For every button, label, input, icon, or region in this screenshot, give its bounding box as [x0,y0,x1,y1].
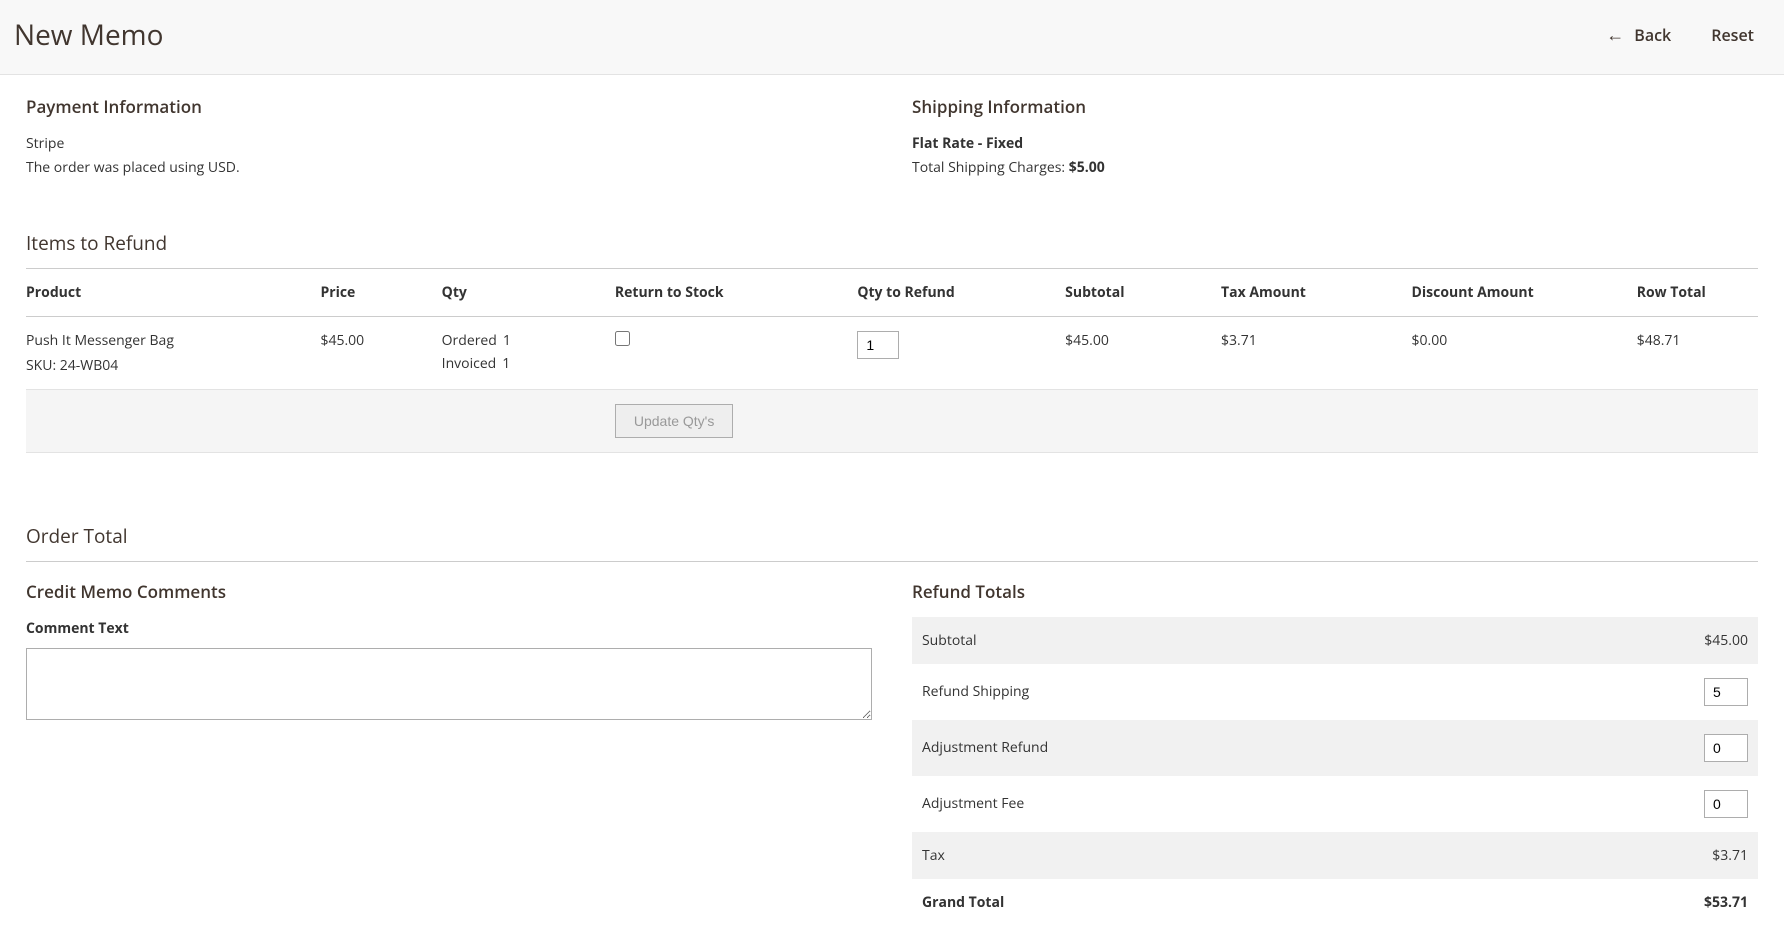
adj-refund-row: Adjustment Refund [912,720,1758,776]
qty-to-refund-input[interactable] [857,331,899,359]
col-product: Product [26,269,320,317]
shipping-charges-value: $5.00 [1069,158,1105,177]
col-price: Price [320,269,441,317]
shipping-charges: Total Shipping Charges: $5.00 [912,156,1758,180]
update-row: Update Qty's [26,389,1758,452]
order-total-row: Credit Memo Comments Comment Text Refund… [26,580,1758,926]
tax-label: Tax [912,832,1500,879]
subtotal-row: Subtotal $45.00 [912,617,1758,664]
cell-return-to-stock [615,316,857,389]
col-return-to-stock: Return to Stock [615,269,857,317]
header-actions: ← Back Reset [1606,23,1754,47]
refund-totals-title: Refund Totals [912,580,1758,603]
cell-discount: $0.00 [1412,316,1637,389]
page-title: New Memo [14,16,163,54]
cell-qty-to-refund [857,316,1065,389]
back-button[interactable]: ← Back [1606,23,1671,47]
comments-col: Credit Memo Comments Comment Text [26,580,872,926]
cell-price: $45.00 [320,316,441,389]
col-qty-to-refund: Qty to Refund [857,269,1065,317]
payment-info: Payment Information Stripe The order was… [26,95,872,180]
product-name: Push It Messenger Bag [26,331,310,350]
ordered-qty: 1 [503,331,511,350]
adj-fee-label: Adjustment Fee [912,776,1500,832]
shipping-info: Shipping Information Flat Rate - Fixed T… [912,95,1758,180]
col-qty: Qty [442,269,615,317]
grand-total-label: Grand Total [912,879,1500,926]
table-header-row: Product Price Qty Return to Stock Qty to… [26,269,1758,317]
ordered-label: Ordered [442,331,497,350]
adj-refund-input[interactable] [1704,734,1748,762]
refund-totals-table: Subtotal $45.00 Refund Shipping Adjustme… [912,617,1758,926]
order-total-heading: Order Total [26,523,1758,562]
product-sku: SKU: 24-WB04 [26,356,310,375]
shipping-method: Flat Rate - Fixed [912,132,1758,156]
items-table: Product Price Qty Return to Stock Qty to… [26,269,1758,453]
col-row-total: Row Total [1637,269,1758,317]
reset-button[interactable]: Reset [1711,24,1754,46]
cell-product: Push It Messenger Bag SKU: 24-WB04 [26,316,320,389]
update-qtys-button[interactable]: Update Qty's [615,404,734,438]
refund-totals-col: Refund Totals Subtotal $45.00 Refund Shi… [912,580,1758,926]
return-to-stock-checkbox[interactable] [615,331,630,346]
shipping-info-title: Shipping Information [912,95,1758,118]
invoiced-qty: 1 [502,354,510,373]
adj-fee-input[interactable] [1704,790,1748,818]
shipping-charges-label: Total Shipping Charges: [912,158,1069,177]
page-header: New Memo ← Back Reset [0,0,1784,75]
cell-tax: $3.71 [1221,316,1412,389]
payment-currency-note: The order was placed using USD. [26,156,872,180]
comments-title: Credit Memo Comments [26,580,872,603]
subtotal-value: $45.00 [1500,617,1758,664]
col-discount: Discount Amount [1412,269,1637,317]
content: Payment Information Stripe The order was… [0,75,1784,946]
payment-info-title: Payment Information [26,95,872,118]
cell-subtotal: $45.00 [1065,316,1221,389]
reset-label: Reset [1711,24,1754,46]
items-to-refund: Items to Refund Product Price Qty Return… [26,230,1758,453]
table-row: Push It Messenger Bag SKU: 24-WB04 $45.0… [26,316,1758,389]
payment-method: Stripe [26,132,872,156]
cell-qty: Ordered 1 Invoiced 1 [442,316,615,389]
refund-shipping-input[interactable] [1704,678,1748,706]
col-tax: Tax Amount [1221,269,1412,317]
arrow-left-icon: ← [1606,23,1624,47]
adj-refund-label: Adjustment Refund [912,720,1500,776]
back-label: Back [1634,24,1671,46]
tax-value: $3.71 [1500,832,1758,879]
comment-label: Comment Text [26,619,872,638]
col-subtotal: Subtotal [1065,269,1221,317]
adj-fee-row: Adjustment Fee [912,776,1758,832]
items-heading: Items to Refund [26,230,1758,269]
info-row: Payment Information Stripe The order was… [26,95,1758,180]
comment-textarea[interactable] [26,648,872,720]
grand-total-value: $53.71 [1500,879,1758,926]
cell-row-total: $48.71 [1637,316,1758,389]
tax-row: Tax $3.71 [912,832,1758,879]
grand-total-row: Grand Total $53.71 [912,879,1758,926]
order-total-section: Order Total Credit Memo Comments Comment… [26,523,1758,926]
invoiced-label: Invoiced [442,354,497,373]
refund-shipping-label: Refund Shipping [912,664,1500,720]
subtotal-label: Subtotal [912,617,1500,664]
refund-shipping-row: Refund Shipping [912,664,1758,720]
